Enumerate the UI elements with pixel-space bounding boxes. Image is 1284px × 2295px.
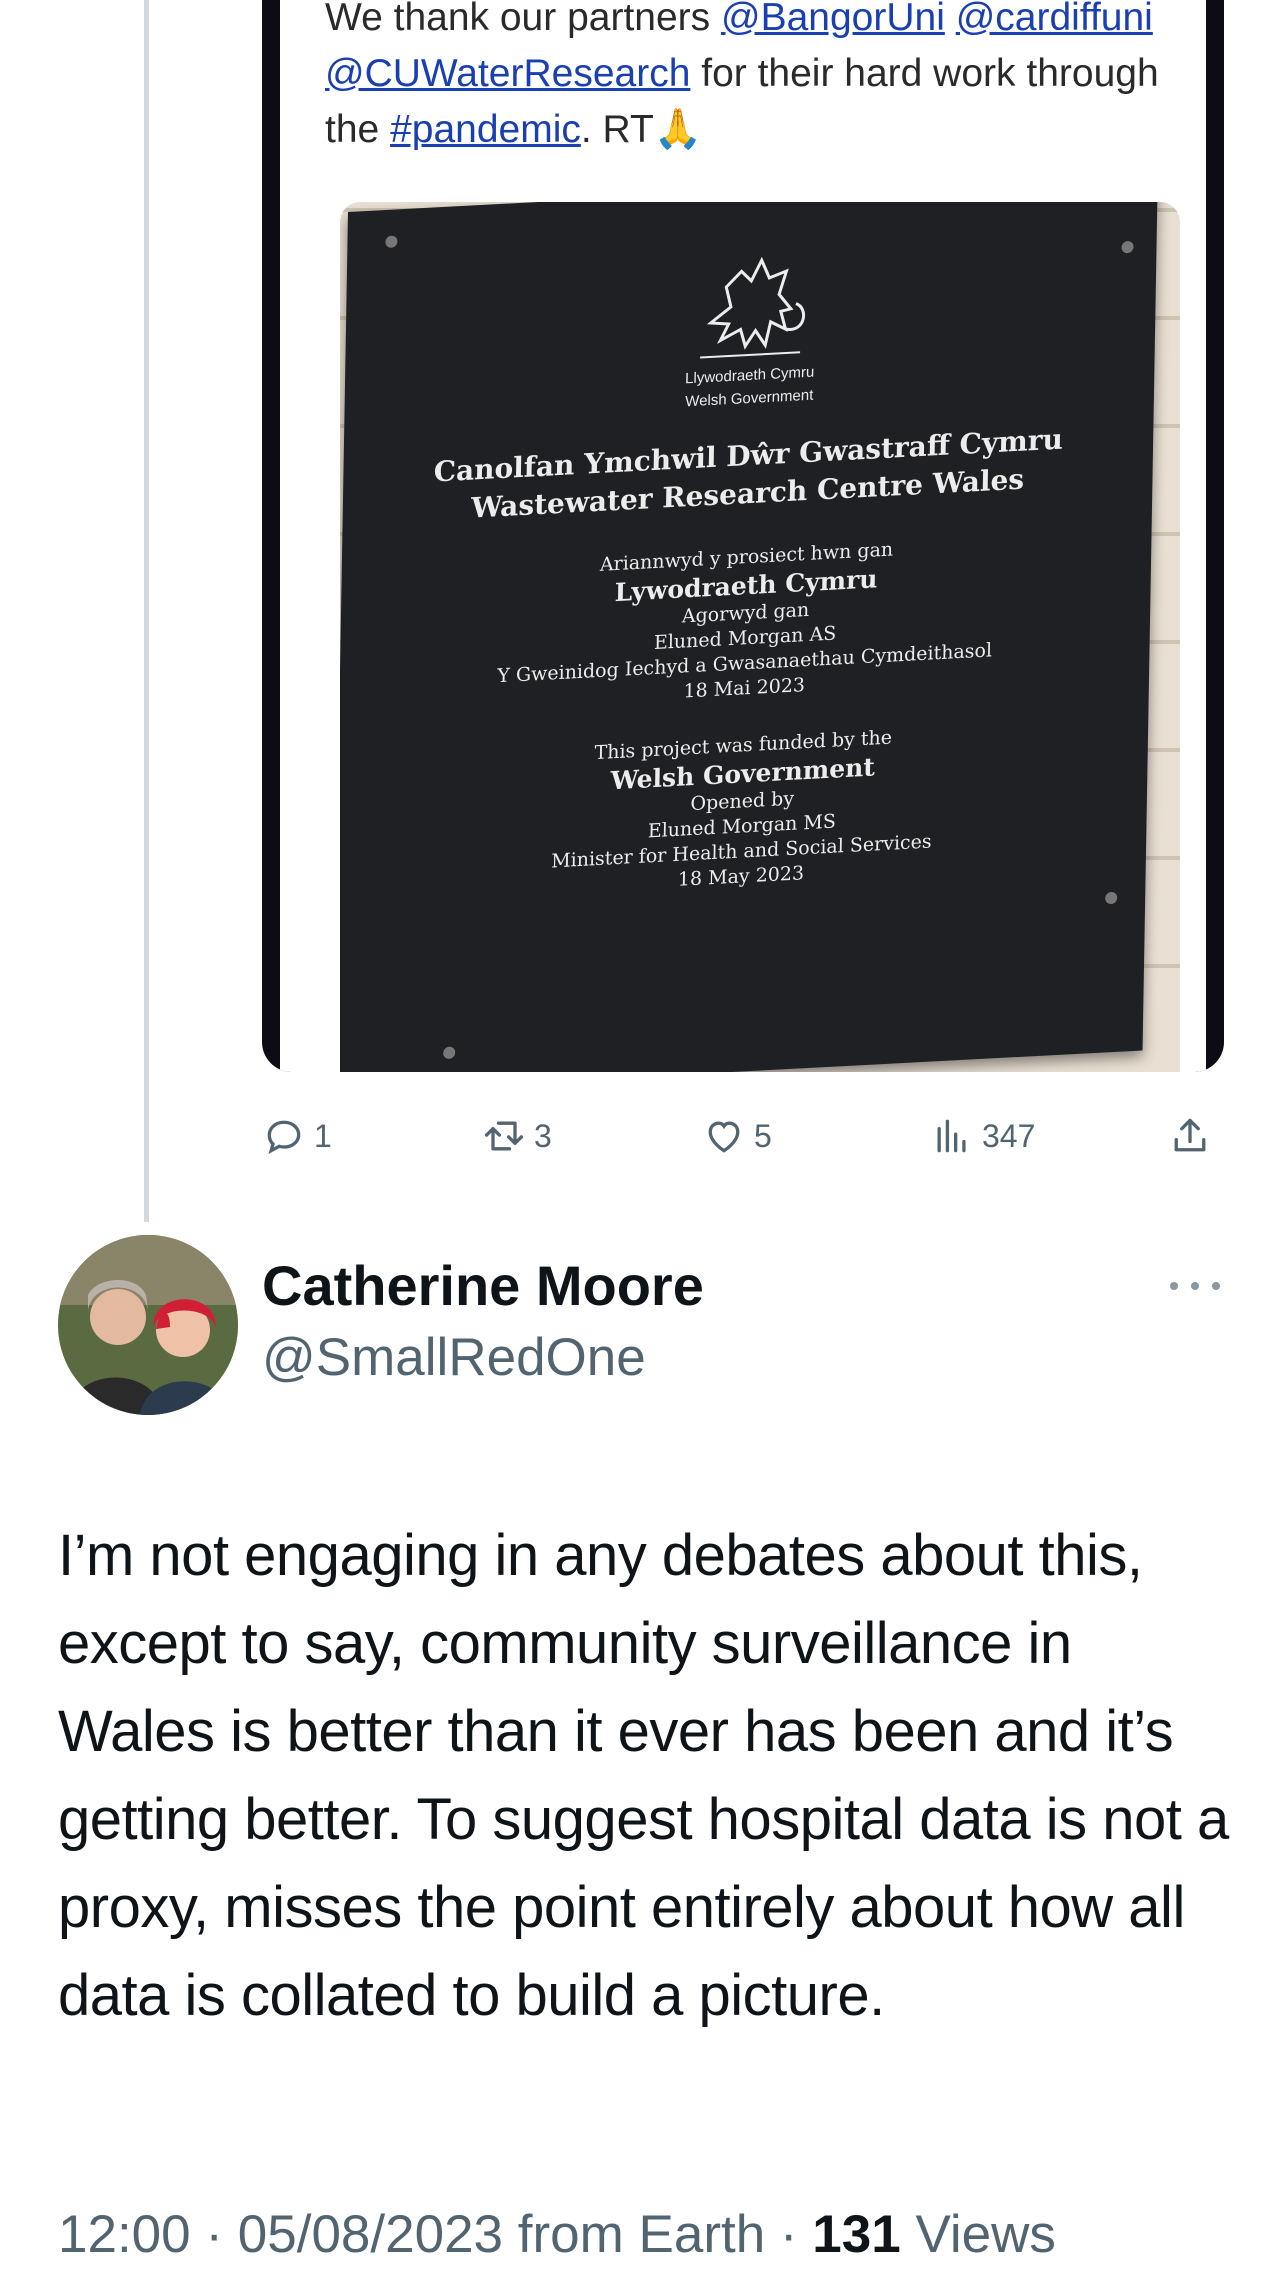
tweet-text: I’m not engaging in any debates about th…	[58, 1523, 1229, 2028]
retweet-count: 3	[534, 1117, 552, 1154]
share-button[interactable]	[1168, 1100, 1212, 1172]
author-name[interactable]: Catherine Moore	[262, 1254, 704, 1318]
separator: ·	[779, 2205, 798, 2264]
plaque: Llywodraeth Cymru Welsh Government Canol…	[340, 202, 1158, 1072]
tweet-meta: 12:00 · 05/08/2023 from Earth · 131 View…	[58, 2200, 1056, 2270]
tweet-source: from Earth	[517, 2205, 766, 2264]
tweet-date[interactable]: 05/08/2023	[238, 2205, 503, 2264]
quoted-link[interactable]: @CUWaterResearch	[325, 52, 690, 95]
quoted-link[interactable]: @BangorUni	[721, 0, 945, 39]
like-button[interactable]: 5	[702, 1100, 772, 1172]
plaque-photo: Llywodraeth Cymru Welsh Government Canol…	[340, 202, 1180, 1072]
reply-count: 1	[314, 1117, 332, 1154]
retweet-icon	[484, 1121, 524, 1151]
views-label: Views	[915, 2205, 1056, 2264]
quoted-text-segment: We thank our partners	[325, 0, 721, 39]
avatar[interactable]	[58, 1235, 238, 1415]
like-count: 5	[754, 1117, 772, 1154]
views-button[interactable]: 347	[930, 1100, 1035, 1172]
more-icon[interactable]	[1170, 1266, 1220, 1306]
author-handle[interactable]: @SmallRedOne	[262, 1326, 646, 1390]
like-icon	[708, 1121, 740, 1153]
action-bar: 1 3 5 347	[262, 1100, 1224, 1172]
quoted-text-segment: . RT🙏	[580, 108, 703, 151]
views-count: 347	[982, 1117, 1036, 1154]
quoted-text-segment	[945, 0, 956, 39]
share-icon	[1174, 1118, 1206, 1152]
quoted-link[interactable]: #pandemic	[390, 108, 581, 151]
views-icon	[937, 1119, 966, 1153]
quoted-tweet-card[interactable]: We thank our partners @BangorUni @cardif…	[262, 0, 1224, 1072]
retweet-button[interactable]: 3	[482, 1100, 552, 1172]
quoted-tweet-image: We thank our partners @BangorUni @cardif…	[280, 0, 1206, 1072]
quoted-link[interactable]: @cardiffuni	[956, 0, 1153, 39]
quoted-tweet-text: We thank our partners @BangorUni @cardif…	[325, 0, 1185, 158]
reply-icon	[267, 1120, 301, 1154]
reply-button[interactable]: 1	[262, 1100, 332, 1172]
separator: ·	[205, 2205, 224, 2264]
tweet-time[interactable]: 12:00	[58, 2205, 191, 2264]
views-total: 131	[812, 2205, 901, 2264]
welsh-dragon-logo	[700, 256, 806, 359]
thread-line	[144, 0, 149, 1222]
